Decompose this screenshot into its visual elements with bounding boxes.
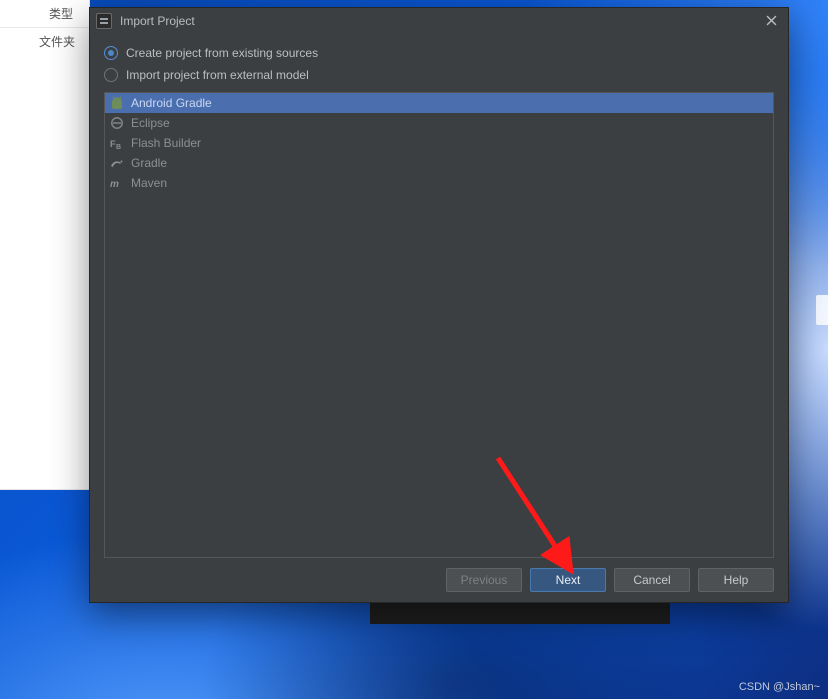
flash-builder-icon: FB <box>109 135 125 151</box>
dialog-content: Create project from existing sources Imp… <box>90 34 788 558</box>
titlebar: Import Project <box>90 8 788 34</box>
help-button[interactable]: Help <box>698 568 774 592</box>
right-edge-highlight <box>816 295 828 325</box>
list-item-label: Flash Builder <box>131 136 201 150</box>
radio-icon <box>104 46 118 60</box>
next-button[interactable]: Next <box>530 568 606 592</box>
radio-label: Import project from external model <box>126 68 309 82</box>
close-icon <box>766 15 777 26</box>
external-model-list[interactable]: Android Gradle Eclipse FB Flash Builder … <box>104 92 774 558</box>
app-icon <box>96 13 112 29</box>
dialog-button-row: Previous Next Cancel Help <box>90 558 788 602</box>
radio-create-from-sources[interactable]: Create project from existing sources <box>104 42 774 64</box>
list-item-maven[interactable]: m Maven <box>105 173 773 193</box>
explorer-panel: 类型 文件夹 <box>0 0 90 490</box>
radio-import-external-model[interactable]: Import project from external model <box>104 64 774 86</box>
list-item-label: Eclipse <box>131 116 170 130</box>
radio-label: Create project from existing sources <box>126 46 318 60</box>
eclipse-icon <box>109 115 125 131</box>
watermark: CSDN @Jshan~ <box>739 681 820 693</box>
list-item-label: Android Gradle <box>131 96 212 110</box>
android-icon <box>109 95 125 111</box>
list-item-label: Gradle <box>131 156 167 170</box>
list-item-label: Maven <box>131 176 167 190</box>
list-item-gradle[interactable]: Gradle <box>105 153 773 173</box>
dialog-title: Import Project <box>120 14 195 28</box>
import-project-dialog: Import Project Create project from exist… <box>89 7 789 603</box>
svg-text:m: m <box>110 179 119 190</box>
list-item-eclipse[interactable]: Eclipse <box>105 113 773 133</box>
cancel-button[interactable]: Cancel <box>614 568 690 592</box>
gradle-icon <box>109 155 125 171</box>
svg-text:B: B <box>116 144 121 151</box>
list-item-android-gradle[interactable]: Android Gradle <box>105 93 773 113</box>
background-window-strip <box>370 600 670 624</box>
maven-icon: m <box>109 175 125 191</box>
previous-button[interactable]: Previous <box>446 568 522 592</box>
explorer-row: 文件夹 <box>0 28 89 54</box>
radio-icon <box>104 68 118 82</box>
explorer-column-header: 类型 <box>0 0 89 28</box>
close-button[interactable] <box>758 8 784 34</box>
list-item-flash-builder[interactable]: FB Flash Builder <box>105 133 773 153</box>
